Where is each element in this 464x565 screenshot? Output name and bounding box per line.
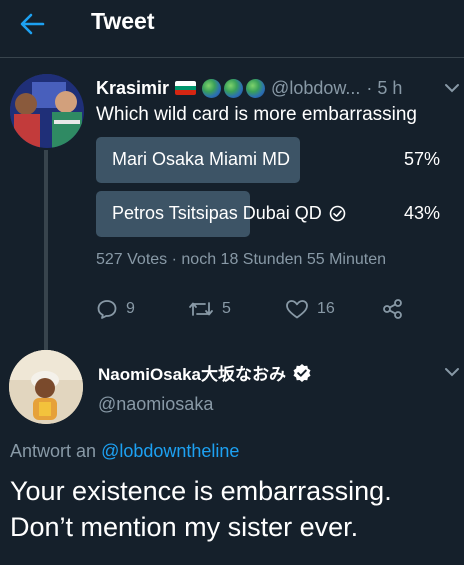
reply-button[interactable]: 9: [96, 296, 135, 322]
like-button[interactable]: 16: [285, 296, 335, 322]
author-handle[interactable]: @lobdow...: [271, 78, 360, 99]
tweet-header: Krasimir @lobdow... · 5 h: [96, 76, 402, 100]
poll-option-text: Petros Tsitsipas Dubai QD: [112, 203, 322, 223]
poll-percent: 57%: [403, 149, 440, 169]
reply-text-line: Your existence is embarrassing.: [10, 476, 392, 506]
header-divider: [0, 57, 464, 58]
reply-author-name-text: NaomiOsaka大坂なおみ: [98, 365, 286, 384]
tweet-actions: 9 5 16: [96, 296, 456, 322]
globe-icon: [246, 78, 266, 98]
top-app-bar: Tweet: [0, 0, 464, 50]
like-count: 16: [317, 300, 335, 317]
replying-to-label: Antwort an: [10, 441, 97, 461]
back-button[interactable]: [14, 8, 50, 40]
globe-icon: [202, 78, 222, 98]
retweet-icon: [189, 302, 213, 316]
replying-to: Antwort an @lobdowntheline: [10, 441, 239, 462]
globe-icon: [224, 78, 244, 98]
avatar-image: [9, 350, 83, 424]
author-name[interactable]: Krasimir: [96, 78, 169, 99]
share-button[interactable]: [382, 296, 412, 322]
share-icon: [383, 299, 402, 319]
heart-icon: [286, 300, 308, 319]
bulgaria-flag-icon: [175, 81, 197, 95]
chevron-down-icon[interactable]: [444, 82, 460, 94]
retweet-count: 5: [222, 300, 231, 317]
thread-line: [44, 150, 48, 350]
poll-option-label: Mari Osaka Miami MD: [112, 149, 290, 170]
verified-badge-icon: [292, 363, 312, 383]
poll-option: Petros Tsitsipas Dubai QD 43%: [96, 191, 454, 237]
poll-meta: 527 Votes · noch 18 Stunden 55 Minuten: [96, 251, 386, 269]
poll-percent: 43%: [403, 203, 440, 223]
reply-author-handle[interactable]: @naomiosaka: [98, 394, 213, 415]
comment-icon: [97, 300, 117, 319]
chevron-down-icon[interactable]: [444, 366, 460, 378]
retweet-button[interactable]: 5: [188, 296, 231, 322]
avatar[interactable]: [9, 350, 83, 424]
poll-option-label: Petros Tsitsipas Dubai QD: [112, 203, 346, 224]
poll-votes: 527 Votes: [96, 251, 168, 268]
poll-option-text: Mari Osaka Miami MD: [112, 149, 291, 169]
poll-time-remaining: noch 18 Stunden 55 Minuten: [181, 251, 387, 268]
reply-text-line: Don’t mention my sister ever.: [10, 512, 359, 542]
check-circle-icon: [329, 205, 346, 222]
tweet-text: Which wild card is more embarrassing: [96, 104, 417, 125]
poll-option: Mari Osaka Miami MD 57%: [96, 137, 454, 183]
tweet-detail-screen: Tweet Krasimir @lobdow... · 5 h Which wi…: [0, 0, 464, 565]
reply-count: 9: [126, 300, 135, 317]
reply-tweet-text: Your existence is embarrassing. Don’t me…: [10, 473, 460, 545]
tweet-time: · 5 h: [366, 77, 403, 98]
replying-to-mention[interactable]: @lobdowntheline: [101, 441, 239, 461]
poll-meta-separator: ·: [171, 251, 177, 268]
avatar[interactable]: [10, 74, 84, 148]
arrow-left-icon: [20, 13, 45, 35]
page-title: Tweet: [91, 8, 155, 34]
reply-author-name[interactable]: NaomiOsaka大坂なおみ: [98, 360, 312, 385]
avatar-image: [10, 74, 84, 148]
